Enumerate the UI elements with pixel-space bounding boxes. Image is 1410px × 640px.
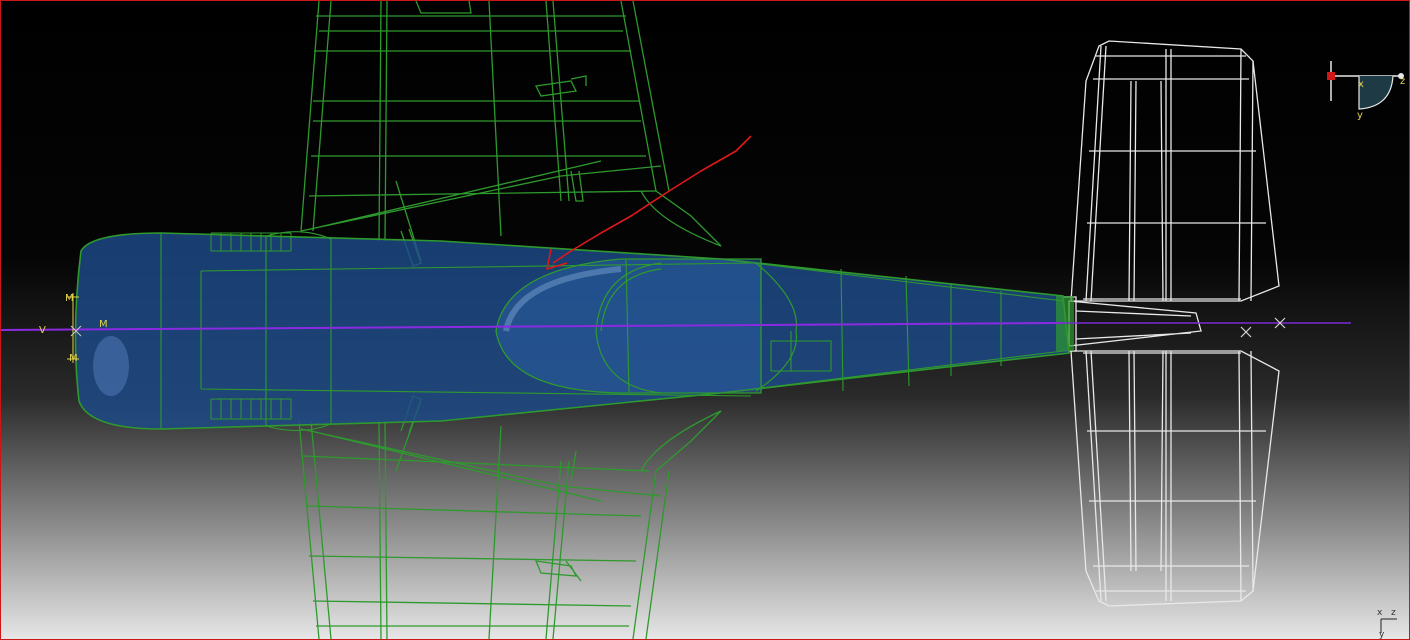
origin-label-m3: M — [69, 353, 78, 364]
view-compass[interactable]: x y z — [1327, 61, 1405, 121]
compass-z-label: z — [1400, 76, 1405, 87]
origin-label-v: V — [39, 325, 46, 336]
compass-x-label: x — [1358, 79, 1364, 90]
origin-label-m2: M — [99, 319, 108, 330]
origin-label-m1: M — [65, 293, 74, 304]
triad-y-label: y — [1379, 630, 1385, 639]
cad-3d-viewport[interactable]: V M M M x y z x z y — [0, 0, 1410, 640]
triad-x-label: x — [1377, 608, 1383, 618]
compass-origin[interactable] — [1327, 72, 1335, 80]
triad-z-label: z — [1391, 608, 1396, 618]
fuselage-body[interactable] — [74, 231, 1074, 432]
compass-y-label: y — [1357, 110, 1363, 121]
corner-axis-triad: x z y — [1377, 608, 1397, 639]
model-scene[interactable]: V M M M x y z x z y — [1, 1, 1409, 639]
